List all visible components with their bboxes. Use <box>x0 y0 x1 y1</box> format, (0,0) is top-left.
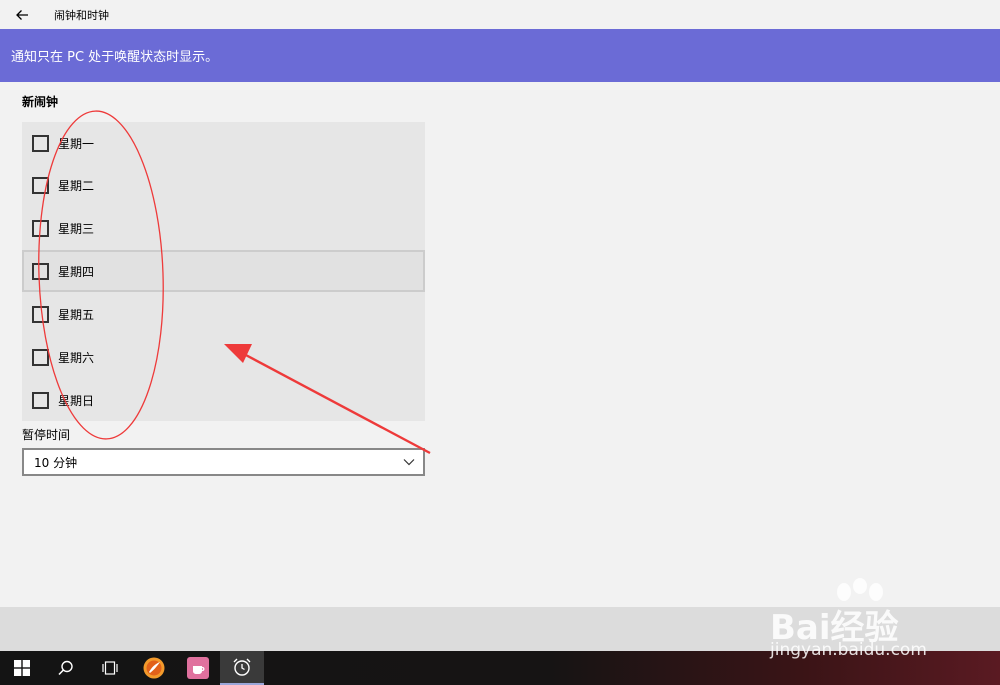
snooze-dropdown[interactable]: 10 分钟 <box>22 448 425 476</box>
snooze-label: 暂停时间 <box>22 428 71 442</box>
repeat-days-list: 星期一 星期二 星期三 星期四 星期五 星期六 星期日 <box>22 122 425 421</box>
day-checkbox[interactable] <box>32 176 49 194</box>
task-view-button[interactable] <box>88 651 132 685</box>
day-label: 星期五 <box>58 307 95 322</box>
day-label: 星期三 <box>58 221 95 236</box>
command-bar <box>0 607 1000 651</box>
search-icon <box>58 660 73 676</box>
day-label: 星期四 <box>58 264 95 279</box>
notification-banner: 通知只在 PC 处于唤醒状态时显示。 <box>0 29 1000 82</box>
taskbar-app-orange[interactable] <box>132 651 176 685</box>
back-arrow-icon <box>16 9 28 20</box>
day-row-wednesday[interactable]: 星期三 <box>22 207 425 249</box>
day-checkbox[interactable] <box>32 219 49 237</box>
day-row-thursday[interactable]: 星期四 <box>22 250 425 292</box>
back-button[interactable] <box>0 0 44 29</box>
taskbar-alarms-app[interactable] <box>220 651 264 685</box>
day-checkbox[interactable] <box>32 134 49 152</box>
day-checkbox[interactable] <box>32 391 49 409</box>
day-row-saturday[interactable]: 星期六 <box>22 336 425 378</box>
snooze-value: 10 分钟 <box>34 455 78 470</box>
day-label: 星期二 <box>58 178 95 193</box>
title-bar: 闹钟和时钟 <box>0 0 1000 29</box>
start-button[interactable] <box>0 651 44 685</box>
app-orange-icon <box>143 657 165 679</box>
day-label: 星期日 <box>58 393 95 408</box>
day-row-monday[interactable]: 星期一 <box>22 122 425 164</box>
day-row-friday[interactable]: 星期五 <box>22 293 425 335</box>
alarm-clock-icon <box>233 658 251 676</box>
app-pink-icon <box>187 657 209 679</box>
task-view-icon <box>102 661 118 675</box>
search-button[interactable] <box>44 651 88 685</box>
banner-text: 通知只在 PC 处于唤醒状态时显示。 <box>11 50 219 65</box>
windows-start-icon <box>14 660 30 676</box>
day-checkbox[interactable] <box>32 305 49 323</box>
app-title: 闹钟和时钟 <box>54 8 109 22</box>
day-label: 星期一 <box>58 136 95 151</box>
taskbar <box>0 651 1000 685</box>
section-title: 新闹钟 <box>22 95 59 109</box>
taskbar-app-pink[interactable] <box>176 651 220 685</box>
day-checkbox[interactable] <box>32 348 49 366</box>
day-row-tuesday[interactable]: 星期二 <box>22 164 425 206</box>
day-label: 星期六 <box>58 350 95 365</box>
chevron-down-icon <box>403 459 415 466</box>
day-checkbox[interactable] <box>32 262 49 280</box>
day-row-sunday[interactable]: 星期日 <box>22 379 425 421</box>
